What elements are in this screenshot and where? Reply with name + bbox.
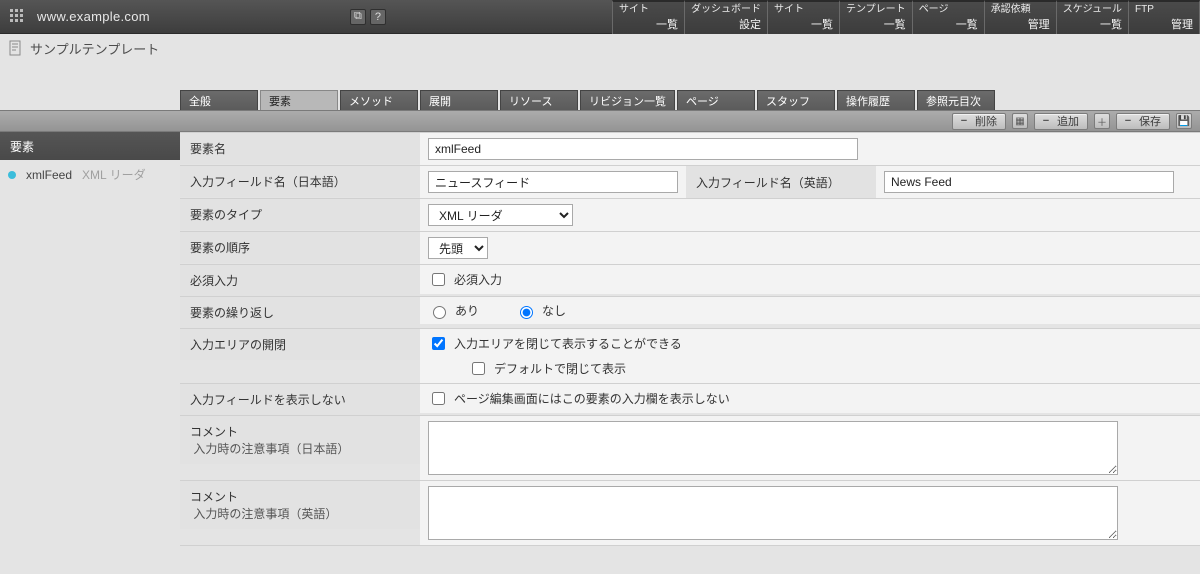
site-url: www.example.com: [37, 9, 150, 24]
element-name: xmlFeed: [26, 168, 72, 182]
top-tab-template[interactable]: テンプレート一覧: [839, 0, 912, 34]
radio-repeat-no[interactable]: [520, 306, 533, 319]
left-panel-title: 要素: [0, 132, 180, 160]
label-required: 必須入力: [180, 265, 420, 296]
input-field-en[interactable]: [884, 171, 1174, 193]
textarea-comment-en[interactable]: [428, 486, 1118, 540]
minus-icon: −: [1121, 115, 1135, 127]
input-element-name[interactable]: [428, 138, 858, 160]
input-field-ja[interactable]: [428, 171, 678, 193]
select-order[interactable]: 先頭: [428, 237, 488, 259]
left-panel: 要素 xmlFeed XML リーダ: [0, 132, 180, 189]
tab-revision[interactable]: リビジョン一覧: [580, 90, 675, 110]
select-type[interactable]: XML リーダ: [428, 204, 573, 226]
tab-resource[interactable]: リソース: [500, 90, 578, 110]
page-icon: [8, 40, 24, 56]
label-field-en: 入力フィールド名（英語）: [686, 166, 876, 198]
radio-repeat-yes[interactable]: [433, 306, 446, 319]
toolbar-help-icon[interactable]: ?: [370, 9, 386, 25]
top-tab-site-list2[interactable]: サイト一覧: [767, 0, 839, 34]
label-comment-en: コメント 入力時の注意事項（英語）: [180, 481, 420, 529]
add-button[interactable]: −追加: [1034, 113, 1088, 130]
element-list-item[interactable]: xmlFeed XML リーダ: [0, 160, 180, 189]
checkbox-hide-field[interactable]: [432, 392, 445, 405]
top-nav: サイト一覧 ダッシュボード設定 サイト一覧 テンプレート一覧 ページ一覧 承認依…: [612, 0, 1200, 34]
top-tab-ftp[interactable]: FTP管理: [1128, 0, 1200, 34]
top-tab-dashboard[interactable]: ダッシュボード設定: [684, 0, 767, 34]
label-field-ja: 入力フィールド名（日本語）: [180, 166, 420, 197]
top-tab-approval[interactable]: 承認依頼管理: [984, 0, 1056, 34]
minus-icon: −: [1039, 115, 1053, 127]
label-order: 要素の順序: [180, 232, 420, 263]
app-logo: [0, 0, 35, 34]
tab-method[interactable]: メソッド: [340, 90, 418, 110]
page-title: サンプルテンプレート: [30, 39, 159, 58]
checkbox-area-collapsible[interactable]: [432, 337, 445, 350]
label-repeat: 要素の繰り返し: [180, 297, 420, 328]
minus-icon: −: [957, 115, 971, 127]
tab-ref-toc[interactable]: 参照元目次: [917, 90, 995, 110]
label-area: 入力エリアの開閉: [180, 329, 420, 360]
label-type: 要素のタイプ: [180, 199, 420, 230]
tab-page[interactable]: ページ: [677, 90, 755, 110]
top-tab-page[interactable]: ページ一覧: [912, 0, 984, 34]
label-element-name: 要素名: [180, 133, 420, 164]
delete-button[interactable]: −削除: [952, 113, 1006, 130]
action-ribbon: −削除 ▦ −追加 ＋ −保存 💾: [0, 110, 1200, 132]
checkbox-required[interactable]: [432, 273, 445, 286]
top-tab-schedule[interactable]: スケジュール一覧: [1056, 0, 1128, 34]
delete-adjunct-icon[interactable]: ▦: [1012, 113, 1028, 129]
tab-element[interactable]: 要素: [260, 90, 338, 110]
page-title-bar: サンプルテンプレート: [0, 34, 1200, 62]
inner-tabs: 全般 要素 メソッド 展開 リソース リビジョン一覧 ページ スタッフ 操作履歴…: [0, 86, 1200, 110]
tab-general[interactable]: 全般: [180, 90, 258, 110]
save-button[interactable]: −保存: [1116, 113, 1170, 130]
form: 要素名 入力フィールド名（日本語） 入力フィールド名（英語） 要素のタイプ XM…: [180, 132, 1200, 546]
toolbar-id-icon[interactable]: ⧉: [350, 9, 366, 25]
textarea-comment-ja[interactable]: [428, 421, 1118, 475]
top-tab-site-list[interactable]: サイト一覧: [612, 0, 684, 34]
add-plus-icon[interactable]: ＋: [1094, 113, 1110, 129]
label-hide: 入力フィールドを表示しない: [180, 384, 420, 415]
element-type: XML リーダ: [82, 166, 146, 183]
topbar: www.example.com ⧉ ? サイト一覧 ダッシュボード設定 サイト一…: [0, 0, 1200, 34]
tab-expand[interactable]: 展開: [420, 90, 498, 110]
tab-staff[interactable]: スタッフ: [757, 90, 835, 110]
label-comment-ja: コメント 入力時の注意事項（日本語）: [180, 416, 420, 464]
save-disk-icon[interactable]: 💾: [1176, 113, 1192, 129]
bullet-icon: [8, 171, 16, 179]
checkbox-area-default-closed[interactable]: [472, 362, 485, 375]
tab-history[interactable]: 操作履歴: [837, 90, 915, 110]
